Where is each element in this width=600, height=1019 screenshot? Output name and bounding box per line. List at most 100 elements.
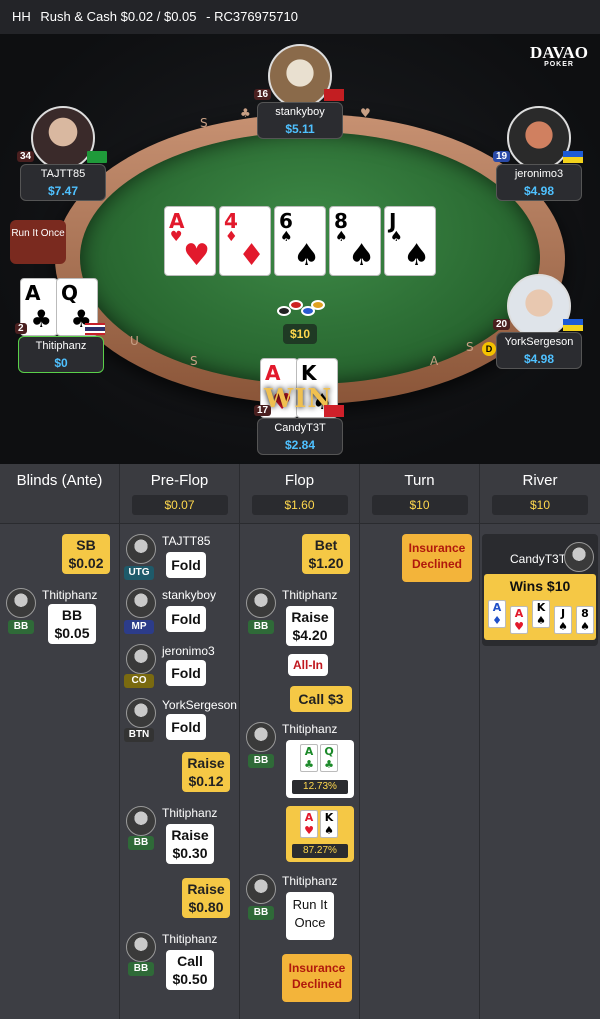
level-badge: 16 — [254, 89, 272, 100]
player-plate: 2 Thitiphanz $0 — [15, 323, 105, 373]
dealer-button-icon: D — [482, 342, 496, 356]
poker-table: DAVAO POKER S ♣ ♥ U S A S A ♥ ♥ 4 ♦ ♦ 6 ♠ ♠ 8 ♠ ♠… — [0, 34, 600, 464]
street-pot: $1.60 — [251, 495, 348, 515]
position-badge: BB — [248, 906, 274, 920]
mini-card: K ♠ — [320, 810, 338, 838]
position-badge: MP — [124, 620, 154, 634]
all-in-badge: All-In — [288, 654, 328, 676]
player-stack: $4.98 — [523, 352, 555, 366]
mini-card: K ♠ — [532, 600, 550, 628]
davao-logo: DAVAO POKER — [530, 43, 588, 68]
flag-icon — [563, 319, 583, 331]
player-name: TAJTT85 — [40, 168, 86, 180]
mini-card: A ♦ — [488, 600, 506, 628]
pot-amount: $10 — [283, 324, 317, 344]
level-badge: 20 — [493, 319, 511, 330]
mini-card: A ♥ — [300, 810, 318, 838]
mini-card: Q ♣ — [320, 744, 338, 772]
column-header: Blinds (Ante) — [0, 464, 119, 524]
player-stack: $5.11 — [285, 122, 315, 136]
fold-action: Fold — [166, 660, 206, 686]
rail-suit-icon: S — [190, 354, 198, 368]
board-card-1: A ♥ ♥ — [164, 206, 216, 276]
player-name: jeronimo3 — [162, 644, 215, 658]
run-it-once-action: Run It Once — [286, 892, 334, 940]
player-name: YorkSergeson — [162, 698, 237, 712]
avatar — [31, 106, 95, 170]
equity-percent: 87.27% — [292, 844, 348, 858]
player-plate: 34 TAJTT85 $7.47 — [17, 151, 107, 201]
player-name: stankyboy — [275, 106, 325, 118]
level-badge: 34 — [17, 151, 35, 162]
level-badge: 17 — [254, 405, 272, 416]
game-title: Rush & Cash $0.02 / $0.05 — [40, 9, 197, 24]
avatar — [126, 932, 156, 962]
seat-thitiphanz[interactable]: 2 Thitiphanz $0 — [15, 323, 106, 373]
bet-action: Bet $1.20 — [302, 534, 350, 574]
winner-box: CandyT3T Wins $10 A ♦ A ♥ K ♠ J ♠ 8 ♠ — [482, 534, 598, 646]
win-amount: Wins $10 — [509, 578, 571, 594]
equity-percent: 12.73% — [292, 780, 348, 794]
avatar — [268, 44, 332, 108]
game-type: HH — [12, 9, 31, 24]
flag-icon — [87, 151, 107, 163]
player-name: Thitiphanz — [162, 806, 218, 820]
board-card-2: 4 ♦ ♦ — [219, 206, 271, 276]
seat-candyt3t[interactable]: 17 CandyT3T $2.84 — [254, 405, 345, 455]
seat-jeronimo3[interactable]: 19 jeronimo3 $4.98 — [493, 106, 584, 201]
player-name: stankyboy — [162, 588, 217, 602]
insurance-declined-badge: Insurance Declined — [402, 534, 472, 582]
column-header: Pre-Flop $0.07 — [120, 464, 239, 524]
player-name: jeronimo3 — [514, 168, 564, 180]
position-badge: BB — [128, 836, 154, 850]
position-badge: BTN — [124, 728, 154, 742]
avatar — [246, 588, 276, 618]
board-card-4: 8 ♠ ♠ — [329, 206, 381, 276]
mini-card: A ♥ — [510, 606, 528, 634]
player-stack: $7.47 — [47, 184, 79, 198]
rail-suit-icon: S — [466, 340, 474, 354]
win-banner: WIN — [264, 384, 333, 414]
flag-icon — [324, 89, 344, 101]
top-bar: HH Rush & Cash $0.02 / $0.05 - RC3769757… — [0, 0, 600, 34]
avatar — [246, 722, 276, 752]
avatar — [126, 588, 156, 618]
player-stack: $4.98 — [523, 184, 555, 198]
flag-icon — [324, 405, 344, 417]
player-name: Thitiphanz — [282, 874, 338, 888]
level-badge: 19 — [493, 151, 511, 162]
player-name: TAJTT85 — [162, 534, 211, 548]
player-plate: 16 stankyboy $5.11 — [254, 89, 344, 139]
equity-box: A ♣ Q ♣ 12.73% — [286, 740, 354, 798]
raise-action: Raise $0.80 — [182, 878, 230, 918]
position-badge: BB — [248, 754, 274, 768]
avatar — [126, 644, 156, 674]
avatar — [564, 542, 594, 572]
position-badge: UTG — [124, 566, 154, 580]
call-action: Call $3 — [290, 686, 352, 712]
run-it-once-button[interactable]: Run It Once — [10, 220, 66, 264]
board-card-3: 6 ♠ ♠ — [274, 206, 326, 276]
mini-card: J ♠ — [554, 606, 572, 634]
player-plate: 20 YorkSergeson $4.98 — [493, 319, 583, 369]
player-name: Thitiphanz — [282, 588, 338, 602]
seat-yorksergeson[interactable]: 20 YorkSergeson $4.98 — [493, 274, 584, 369]
raise-action: Raise $0.30 — [166, 824, 214, 864]
rail-suit-icon: ♣ — [240, 106, 251, 120]
seat-tajtt85[interactable]: 34 TAJTT85 $7.47 — [17, 106, 108, 201]
rail-suit-icon: S — [200, 116, 208, 130]
raise-action: Raise $4.20 — [286, 606, 334, 646]
avatar — [507, 274, 571, 338]
pot-chips-icon — [275, 296, 325, 324]
seat-stankyboy[interactable]: 16 stankyboy $5.11 — [254, 44, 345, 139]
column-header: Flop $1.60 — [240, 464, 359, 524]
hand-id: - RC376975710 — [206, 9, 298, 24]
player-name: YorkSergeson — [504, 336, 574, 348]
hand-history: Blinds (Ante) Pre-Flop $0.07 Flop $1.60 Tu… — [0, 464, 600, 1019]
player-name: Thitiphanz — [35, 340, 87, 352]
player-plate: 19 jeronimo3 $4.98 — [493, 151, 583, 201]
player-name: Thitiphanz — [282, 722, 338, 736]
avatar — [6, 588, 36, 618]
avatar — [126, 698, 156, 728]
board-card-5: J ♠ ♠ — [384, 206, 436, 276]
